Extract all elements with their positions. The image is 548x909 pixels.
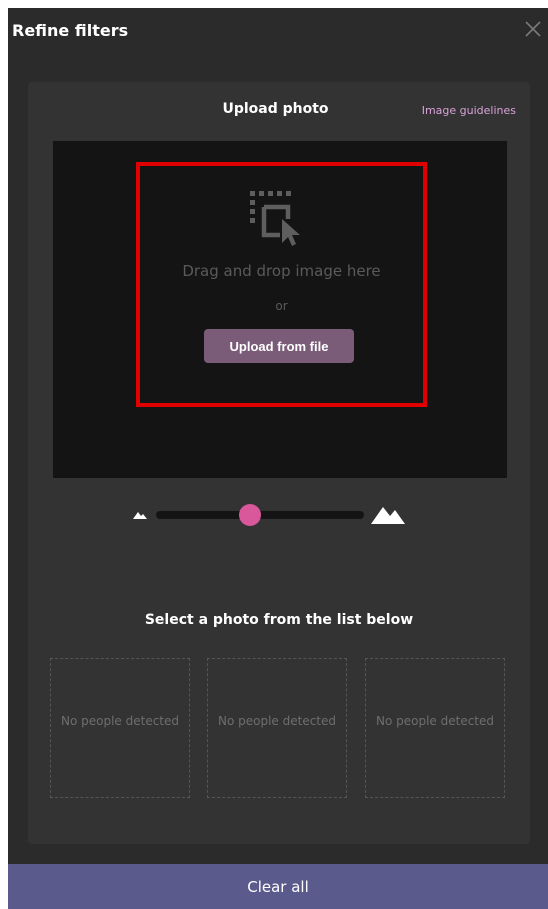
- zoom-slider-thumb[interactable]: [238, 504, 261, 526]
- upload-from-file-button[interactable]: Upload from file: [204, 329, 354, 363]
- or-separator: or: [275, 299, 288, 313]
- photo-tile-3[interactable]: No people detected: [365, 658, 505, 798]
- mountain-small-icon: [133, 511, 147, 519]
- refine-filters-panel: Refine filters Upload photo Image guidel…: [8, 8, 548, 909]
- panel-header: Refine filters: [8, 8, 548, 54]
- mountain-large-icon: [371, 504, 405, 524]
- panel-title: Refine filters: [12, 21, 129, 40]
- photo-tile-2[interactable]: No people detected: [207, 658, 347, 798]
- image-dropzone[interactable]: Drag and drop image here or Upload from …: [53, 141, 507, 478]
- tile-label: No people detected: [375, 714, 494, 728]
- image-guidelines-link[interactable]: Image guidelines: [422, 104, 516, 117]
- drop-target-highlight: Drag and drop image here or Upload from …: [136, 162, 427, 407]
- upload-card: Upload photo Image guidelines Drag and d…: [28, 82, 530, 844]
- tile-label: No people detected: [60, 714, 179, 728]
- select-photo-title: Select a photo from the list below: [144, 612, 414, 628]
- drag-drop-text: Drag and drop image here: [182, 262, 381, 280]
- close-icon[interactable]: [522, 18, 544, 40]
- photo-tile-1[interactable]: No people detected: [50, 658, 190, 798]
- zoom-slider-row: [131, 500, 411, 530]
- tile-label: No people detected: [217, 714, 336, 728]
- drag-drop-cursor-icon: [250, 191, 312, 247]
- clear-all-button[interactable]: Clear all: [8, 864, 548, 909]
